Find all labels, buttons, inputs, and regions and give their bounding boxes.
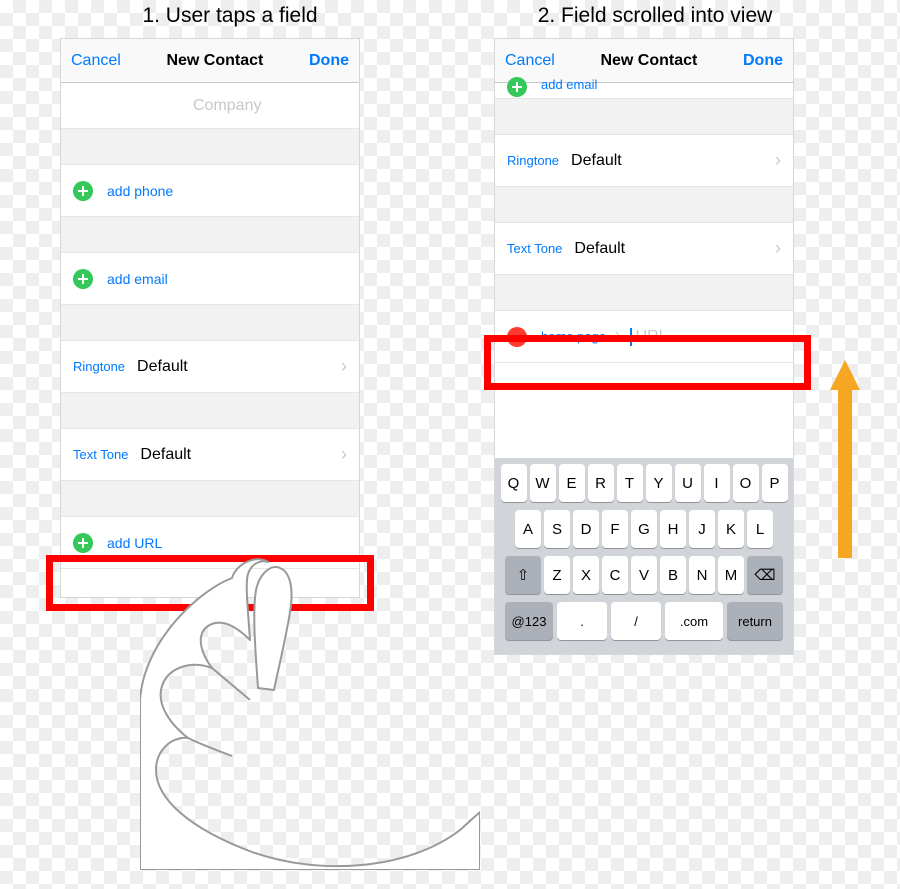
key-slash[interactable]: /: [611, 602, 661, 640]
key-p[interactable]: P: [762, 464, 788, 502]
key-k[interactable]: K: [718, 510, 744, 548]
ringtone-label: Ringtone: [507, 153, 559, 168]
nav-title: New Contact: [600, 52, 697, 70]
keyboard-row-1: Q W E R T Y U I O P: [499, 464, 789, 502]
section-spacer: [61, 481, 359, 517]
minus-icon[interactable]: [507, 327, 527, 347]
keyboard-row-2: A S D F G H J K L: [499, 510, 789, 548]
scroll-up-arrow-icon: [830, 360, 860, 558]
section-spacer: [61, 129, 359, 165]
done-button[interactable]: Done: [743, 52, 783, 70]
navbar: Cancel New Contact Done: [61, 39, 359, 83]
navbar: Cancel New Contact Done: [495, 39, 793, 83]
add-email-label: add email: [541, 77, 597, 92]
key-h[interactable]: H: [660, 510, 686, 548]
text-tone-value: Default: [140, 446, 191, 464]
key-e[interactable]: E: [559, 464, 585, 502]
add-url-row[interactable]: add URL: [61, 517, 359, 569]
section-spacer: [495, 363, 793, 399]
key-g[interactable]: G: [631, 510, 657, 548]
cancel-button[interactable]: Cancel: [505, 52, 555, 70]
key-n[interactable]: N: [689, 556, 715, 594]
phone-screen-before: Cancel New Contact Done Company add phon…: [60, 38, 360, 598]
text-tone-label: Text Tone: [73, 447, 128, 462]
section-spacer: [495, 187, 793, 223]
text-tone-row[interactable]: Text Tone Default ›: [61, 429, 359, 481]
url-placeholder: URL: [636, 328, 668, 346]
keyboard-row-3: ⇧ Z X C V B N M ⌫: [499, 556, 789, 594]
section-spacer: [61, 217, 359, 253]
add-email-label: add email: [107, 271, 168, 287]
plus-icon: [73, 533, 93, 553]
hand-tap-icon: [140, 550, 480, 870]
key-s[interactable]: S: [544, 510, 570, 548]
key-shift[interactable]: ⇧: [505, 556, 541, 594]
ringtone-label: Ringtone: [73, 359, 125, 374]
chevron-right-icon: ›: [775, 238, 781, 259]
key-i[interactable]: I: [704, 464, 730, 502]
section-spacer: [495, 275, 793, 311]
key-return[interactable]: return: [727, 602, 783, 640]
key-m[interactable]: M: [718, 556, 744, 594]
chevron-right-icon: ›: [341, 444, 347, 465]
plus-icon: [73, 181, 93, 201]
key-numbers[interactable]: @123: [505, 602, 553, 640]
phone-screen-after: Cancel New Contact Done add email Ringto…: [494, 38, 794, 655]
key-d[interactable]: D: [573, 510, 599, 548]
company-field[interactable]: Company: [61, 83, 359, 129]
nav-title: New Contact: [166, 52, 263, 70]
key-l[interactable]: L: [747, 510, 773, 548]
chevron-right-icon: ›: [775, 150, 781, 171]
key-j[interactable]: J: [689, 510, 715, 548]
plus-icon: [73, 269, 93, 289]
key-period[interactable]: .: [557, 602, 607, 640]
key-dotcom[interactable]: .com: [665, 602, 723, 640]
key-v[interactable]: V: [631, 556, 657, 594]
section-spacer: [495, 99, 793, 135]
key-x[interactable]: X: [573, 556, 599, 594]
ringtone-value: Default: [137, 358, 188, 376]
caption-step-2: 2. Field scrolled into view: [490, 4, 820, 28]
soft-keyboard: Q W E R T Y U I O P A S D F G H J K L ⇧ …: [495, 458, 793, 654]
ringtone-value: Default: [571, 152, 622, 170]
key-c[interactable]: C: [602, 556, 628, 594]
done-button[interactable]: Done: [309, 52, 349, 70]
key-t[interactable]: T: [617, 464, 643, 502]
add-email-row[interactable]: add email: [61, 253, 359, 305]
ringtone-row[interactable]: Ringtone Default ›: [495, 135, 793, 187]
url-type-label[interactable]: home page: [541, 329, 606, 344]
key-backspace[interactable]: ⌫: [747, 556, 783, 594]
text-tone-row[interactable]: Text Tone Default ›: [495, 223, 793, 275]
add-url-label: add URL: [107, 535, 162, 551]
text-tone-value: Default: [574, 240, 625, 258]
key-z[interactable]: Z: [544, 556, 570, 594]
add-phone-row[interactable]: add phone: [61, 165, 359, 217]
key-o[interactable]: O: [733, 464, 759, 502]
key-y[interactable]: Y: [646, 464, 672, 502]
section-spacer: [61, 393, 359, 429]
add-email-row-partial[interactable]: add email: [495, 83, 793, 99]
key-b[interactable]: B: [660, 556, 686, 594]
section-spacer: [61, 305, 359, 341]
key-w[interactable]: W: [530, 464, 556, 502]
text-cursor: [630, 328, 632, 346]
key-u[interactable]: U: [675, 464, 701, 502]
cancel-button[interactable]: Cancel: [71, 52, 121, 70]
key-f[interactable]: F: [602, 510, 628, 548]
ringtone-row[interactable]: Ringtone Default ›: [61, 341, 359, 393]
key-a[interactable]: A: [515, 510, 541, 548]
key-q[interactable]: Q: [501, 464, 527, 502]
add-phone-label: add phone: [107, 183, 173, 199]
url-input-row[interactable]: home page URL: [495, 311, 793, 363]
key-r[interactable]: R: [588, 464, 614, 502]
plus-icon: [507, 77, 527, 97]
company-placeholder: Company: [193, 97, 261, 115]
caption-step-1: 1. User taps a field: [100, 4, 360, 28]
keyboard-row-4: @123 . / .com return: [499, 602, 789, 640]
chevron-right-icon: [610, 331, 621, 342]
chevron-right-icon: ›: [341, 356, 347, 377]
text-tone-label: Text Tone: [507, 241, 562, 256]
